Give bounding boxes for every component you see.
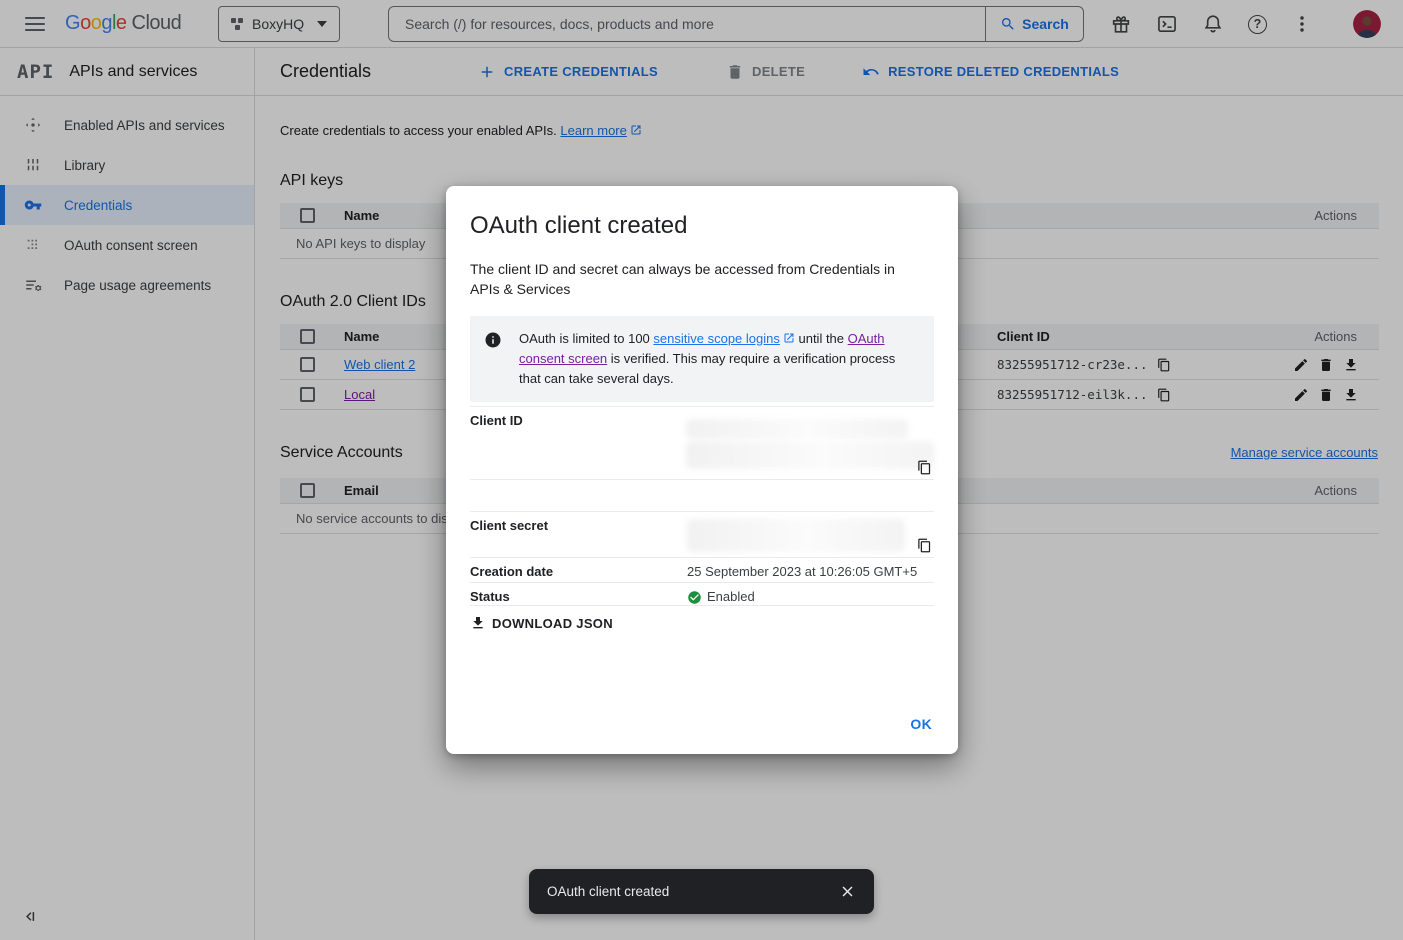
- client-secret-value-redacted: [687, 512, 934, 557]
- creation-date-row: Creation date 25 September 2023 at 10:26…: [470, 557, 934, 582]
- dialog-subtitle: The client ID and secret can always be a…: [470, 259, 910, 299]
- close-icon[interactable]: [839, 883, 856, 900]
- creation-date-label: Creation date: [470, 558, 687, 582]
- client-secret-label: Client secret: [470, 512, 687, 557]
- info-banner: OAuth is limited to 100 sensitive scope …: [470, 316, 934, 402]
- external-link-icon: [783, 332, 795, 344]
- copy-icon[interactable]: [917, 460, 932, 475]
- client-id-row: Client ID: [470, 406, 934, 479]
- client-secret-row: Client secret: [470, 511, 934, 557]
- check-circle-icon: [687, 590, 702, 605]
- creation-date-value: 25 September 2023 at 10:26:05 GMT+5: [687, 558, 934, 582]
- download-icon: [470, 615, 486, 631]
- status-badge: Enabled: [707, 589, 755, 604]
- sensitive-scope-logins-link[interactable]: sensitive scope logins: [653, 331, 779, 346]
- info-text: OAuth is limited to 100: [519, 331, 653, 346]
- info-text: until the: [795, 331, 848, 346]
- client-id-label: Client ID: [470, 407, 686, 479]
- toast-snackbar: OAuth client created: [529, 869, 874, 914]
- oauth-client-created-dialog: OAuth client created The client ID and s…: [446, 186, 958, 754]
- status-row: Status Enabled: [470, 582, 934, 606]
- ok-button[interactable]: OK: [910, 716, 932, 732]
- download-json-label: DOWNLOAD JSON: [492, 616, 613, 631]
- spacer-row: [470, 479, 934, 511]
- status-label: Status: [470, 583, 687, 605]
- download-json-button[interactable]: DOWNLOAD JSON: [470, 615, 934, 631]
- copy-icon[interactable]: [917, 538, 932, 553]
- dialog-title: OAuth client created: [470, 212, 934, 240]
- info-icon: [484, 331, 502, 349]
- client-id-value-redacted: [686, 407, 934, 479]
- toast-message: OAuth client created: [547, 884, 839, 899]
